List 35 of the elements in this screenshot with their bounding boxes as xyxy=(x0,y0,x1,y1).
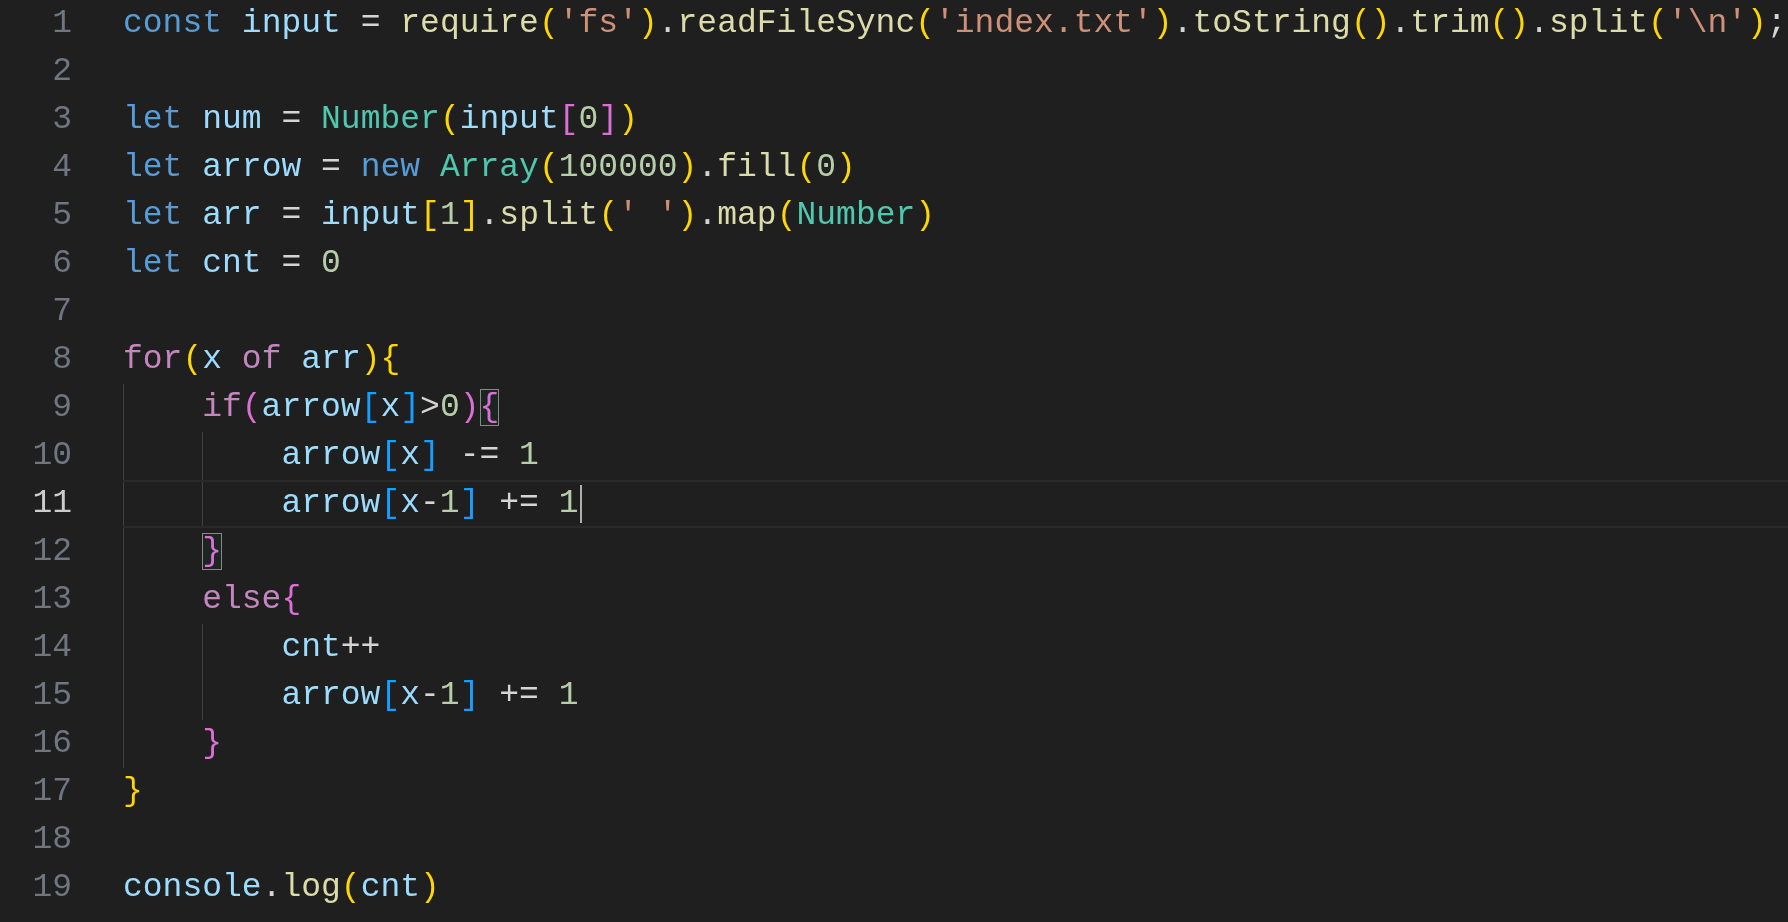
code-line: arrow[x] -= 1 xyxy=(281,436,539,476)
line-number: 16 xyxy=(31,724,72,764)
line-number: 6 xyxy=(51,244,72,284)
line-number: 18 xyxy=(31,820,72,860)
code-line: } xyxy=(123,772,143,812)
code-line: } xyxy=(202,724,222,764)
code-line: let arrow = new Array(100000).fill(0) xyxy=(123,148,856,188)
code-line: let num = Number(input[0]) xyxy=(123,100,638,140)
line-number: 2 xyxy=(51,52,72,92)
line-number: 14 xyxy=(31,628,72,668)
line-number: 13 xyxy=(31,580,72,620)
line-number: 5 xyxy=(51,196,72,236)
line-number: 15 xyxy=(31,676,72,716)
line-number: 7 xyxy=(51,292,72,332)
code-line: arrow[x-1] += 1 xyxy=(281,676,579,716)
code-line: else{ xyxy=(202,580,302,620)
code-line: if(arrow[x]>0){ xyxy=(202,388,500,428)
code-line: arrow[x-1] += 1 xyxy=(281,484,579,524)
code-line: cnt++ xyxy=(281,628,381,668)
line-number: 19 xyxy=(31,868,72,908)
line-number: 11 xyxy=(31,484,72,524)
line-number: 12 xyxy=(31,532,72,572)
line-number: 10 xyxy=(31,436,72,476)
text-cursor xyxy=(579,485,582,523)
code-line: const input = require('fs').readFileSync('index.txt').toString().trim().split('\n'); xyxy=(123,4,1787,44)
line-number: 1 xyxy=(51,4,72,44)
code-line: let arr = input[1].split(' ').map(Number) xyxy=(123,196,936,236)
code-line: console.log(cnt) xyxy=(123,868,440,908)
line-number: 8 xyxy=(51,340,72,380)
line-number: 17 xyxy=(31,772,72,812)
code-line: let cnt = 0 xyxy=(123,244,341,284)
line-number: 3 xyxy=(51,100,72,140)
line-number: 4 xyxy=(51,148,72,188)
code-line: for(x of arr){ xyxy=(123,340,401,380)
line-number: 9 xyxy=(51,388,72,428)
